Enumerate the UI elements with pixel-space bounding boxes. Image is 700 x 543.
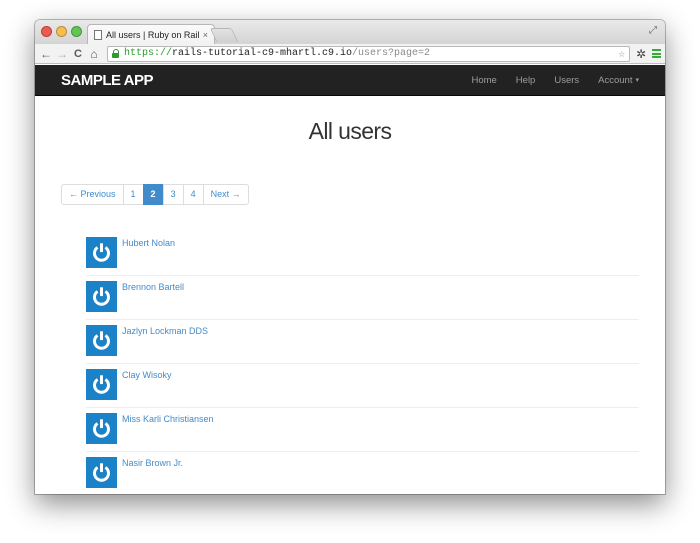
pagination-page-4[interactable]: 4 [182,184,204,205]
tab-close-icon[interactable]: × [203,30,208,40]
fullscreen-icon[interactable]: ⤢ [649,25,657,36]
address-bar[interactable]: https:// rails-tutorial-c9-mhartl.c9.io … [107,45,630,62]
power-icon [93,463,110,482]
user-name-link[interactable]: Jazlyn Lockman DDS [122,326,208,336]
nav-help-link[interactable]: Help [516,75,536,86]
list-item: Clay Wisoky [86,364,639,408]
power-icon [93,243,110,262]
site-navbar: SAMPLE APP Home Help Users Account ▾ [35,65,665,96]
pagination-page-3[interactable]: 3 [162,184,184,205]
nav-account-label: Account [598,74,633,86]
window-controls [41,26,82,37]
tab-title: All users | Ruby on Rails T [106,29,199,40]
user-name-link[interactable]: Hubert Nolan [122,238,175,248]
gravatar-avatar[interactable] [86,369,117,400]
browser-menu-icon[interactable] [652,49,661,58]
site-logo[interactable]: SAMPLE APP [61,72,153,89]
user-name-link[interactable]: Miss Karli Christiansen [122,414,214,424]
gravatar-avatar[interactable] [86,237,117,268]
settings-gear-icon[interactable]: ✲ [636,47,646,61]
nav-account-dropdown[interactable]: Account ▾ [598,75,639,86]
pagination-page-2[interactable]: 2 [142,184,164,205]
bookmark-star-icon[interactable]: ☆ [618,47,625,61]
tab-strip: All users | Ruby on Rails T × ⤢ [35,20,665,44]
power-icon [93,419,110,438]
close-window-button[interactable] [41,26,52,37]
list-item: Jazlyn Lockman DDS [86,320,639,364]
pagination-next[interactable]: Next → [202,184,249,205]
url-scheme: https:// [124,48,173,59]
reload-icon[interactable]: C [71,48,85,60]
power-icon [93,331,110,350]
list-item: Brennon Bartell [86,276,639,320]
browser-toolbar: ← → C ⌂ https:// rails-tutorial-c9-mhart… [35,44,665,64]
gravatar-avatar[interactable] [86,281,117,312]
user-name-link[interactable]: Nasir Brown Jr. [122,458,183,468]
power-icon [93,287,110,306]
back-icon[interactable]: ← [39,47,53,61]
pagination-page-1[interactable]: 1 [122,184,144,205]
zoom-window-button[interactable] [71,26,82,37]
list-item: Nasir Brown Jr. [86,452,639,494]
pagination-previous[interactable]: ← Previous [61,184,124,205]
gravatar-avatar[interactable] [86,457,117,488]
caret-down-icon: ▾ [635,76,639,84]
browser-tab[interactable]: All users | Ruby on Rails T × [87,24,215,44]
url-path: /users?page=2 [352,48,431,59]
power-icon [93,375,110,394]
page-title: All users [308,118,392,144]
browser-window: All users | Ruby on Rails T × ⤢ ← → C ⌂ … [35,20,665,494]
user-name-link[interactable]: Clay Wisoky [122,370,172,380]
home-icon[interactable]: ⌂ [87,47,101,61]
user-name-link[interactable]: Brennon Bartell [122,282,184,292]
nav-links: Home Help Users Account ▾ [452,75,639,86]
page-icon [94,29,102,40]
pagination: ← Previous 1 2 3 4 Next → [61,184,249,205]
nav-home-link[interactable]: Home [471,75,496,86]
web-page: SAMPLE APP Home Help Users Account ▾ All … [35,65,665,494]
gravatar-avatar[interactable] [86,325,117,356]
url-host: rails-tutorial-c9-mhartl.c9.io [172,48,353,59]
forward-icon[interactable]: → [55,47,69,61]
lock-icon [112,49,120,58]
nav-users-link[interactable]: Users [554,75,579,86]
list-item: Hubert Nolan [86,232,639,276]
minimize-window-button[interactable] [56,26,67,37]
gravatar-avatar[interactable] [86,413,117,444]
user-list: Hubert Nolan Brennon Bartell Jazlyn Lock… [86,232,639,494]
list-item: Miss Karli Christiansen [86,408,639,452]
